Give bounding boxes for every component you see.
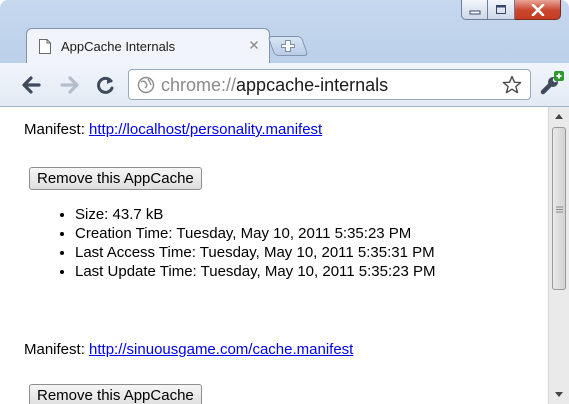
manifest-link[interactable]: http://sinuousgame.com/cache.manifest (89, 341, 353, 358)
manifest-line: Manifest: http://localhost/personality.m… (24, 121, 322, 138)
back-icon[interactable] (20, 75, 42, 95)
scroll-down-icon[interactable] (554, 391, 564, 398)
manifest-line: Manifest: http://sinuousgame.com/cache.m… (24, 341, 353, 358)
url-text[interactable]: chrome://appcache-internals (161, 75, 388, 96)
manifest-label: Manifest: (24, 341, 85, 358)
scroll-up-icon[interactable] (554, 113, 564, 120)
tab-appcache-internals[interactable]: AppCache Internals (26, 28, 270, 64)
scrollbar-thumb[interactable] (552, 127, 566, 290)
manifest-link[interactable]: http://localhost/personality.manifest (89, 121, 322, 138)
maximize-icon (496, 5, 506, 14)
address-bar[interactable]: chrome://appcache-internals (128, 69, 531, 100)
url-path: appcache-internals (236, 75, 389, 95)
globe-icon (137, 76, 155, 94)
tab-close-icon[interactable] (249, 40, 259, 50)
bookmark-star-icon[interactable] (502, 75, 522, 95)
page-content: Manifest: http://localhost/personality.m… (0, 107, 569, 404)
remove-appcache-button[interactable]: Remove this AppCache (29, 384, 202, 404)
grip-icon (556, 206, 563, 213)
minimize-icon (469, 10, 480, 14)
appcache-list: Manifest: http://localhost/personality.m… (0, 107, 548, 404)
page-icon (39, 39, 51, 54)
window-controls (461, 0, 561, 20)
appcache-details: Size: 43.7 kB Creation Time: Tuesday, Ma… (24, 205, 435, 281)
manifest-label: Manifest: (24, 121, 85, 138)
detail-last-access-time: Last Access Time: Tuesday, May 10, 2011 … (75, 243, 435, 262)
wrench-icon[interactable] (539, 71, 565, 97)
maximize-button[interactable] (488, 0, 515, 20)
browser-window: AppCache Internals chrome://appcache-int… (0, 0, 569, 404)
remove-appcache-button[interactable]: Remove this AppCache (29, 167, 202, 190)
reload-icon[interactable] (95, 75, 117, 95)
minimize-button[interactable] (461, 0, 488, 20)
vertical-scrollbar[interactable] (548, 107, 569, 404)
forward-icon[interactable] (59, 75, 81, 95)
toolbar: chrome://appcache-internals (0, 63, 569, 107)
close-window-button[interactable] (515, 0, 561, 20)
plus-icon (281, 40, 295, 52)
detail-creation-time: Creation Time: Tuesday, May 10, 2011 5:3… (75, 224, 435, 243)
tab-title: AppCache Internals (61, 39, 176, 54)
detail-size: Size: 43.7 kB (75, 205, 435, 224)
detail-last-update-time: Last Update Time: Tuesday, May 10, 2011 … (75, 262, 435, 281)
close-icon (531, 3, 544, 16)
url-scheme: chrome:// (161, 75, 237, 95)
